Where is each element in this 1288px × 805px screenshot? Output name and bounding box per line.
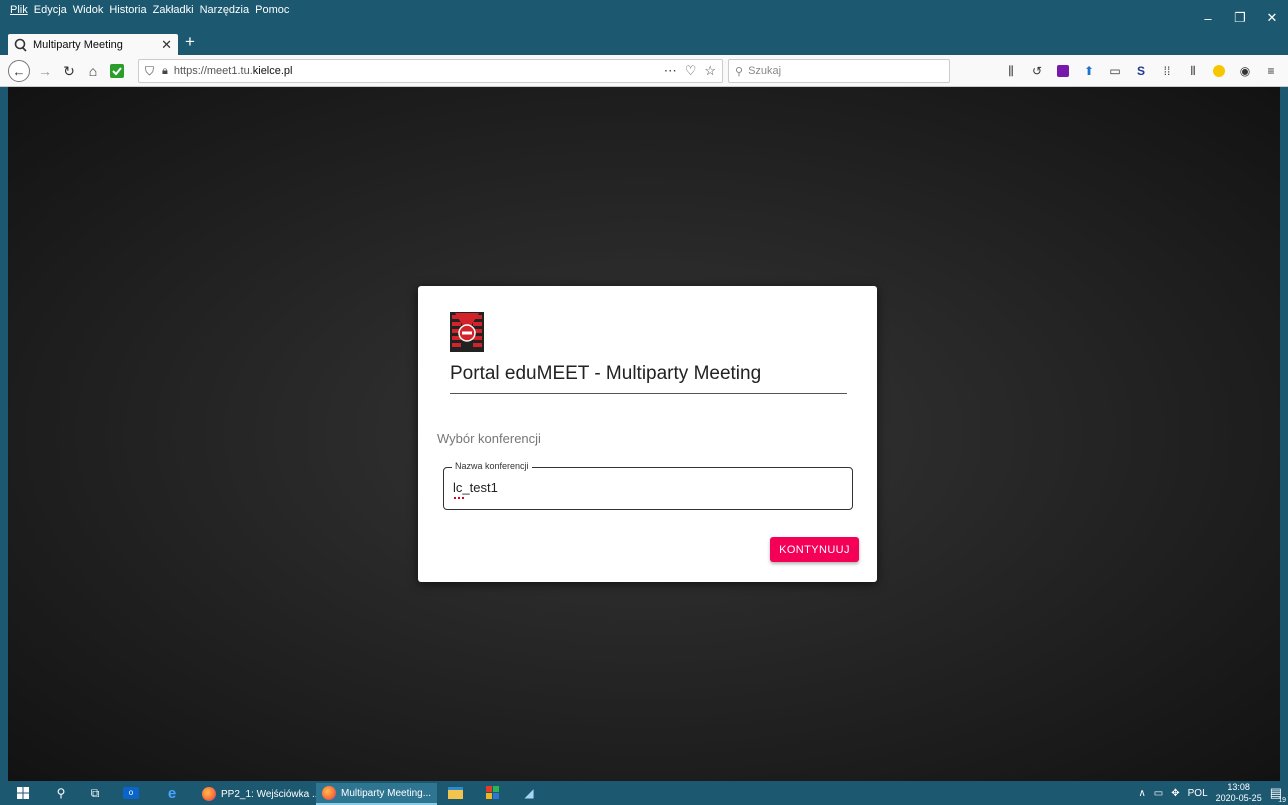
extension-upload-icon[interactable]: ⬆ — [1078, 60, 1100, 82]
join-room-dialog: Portal eduMEET - Multiparty Meeting Wybó… — [418, 286, 877, 582]
meeting-favicon-icon — [14, 38, 27, 52]
address-bar[interactable]: ⛉ 🔒︎ https://meet1.tu.kielce.pl ⋯ ♡ ☆ — [138, 59, 723, 83]
search-icon[interactable]: ⚲ — [52, 785, 70, 801]
library-icon[interactable]: ⫼ — [1000, 60, 1022, 82]
windows-start-icon[interactable] — [14, 785, 32, 801]
search-icon: ⚲ — [735, 65, 744, 78]
forward-button[interactable]: → — [34, 60, 56, 82]
reload-button[interactable]: ↻ — [58, 60, 80, 82]
bookmark-star-icon[interactable]: ☆ — [704, 63, 716, 79]
tab-title: Multiparty Meeting — [33, 38, 123, 51]
pocket-icon[interactable]: ♡ — [685, 63, 697, 79]
menu-historia[interactable]: Historia — [109, 4, 146, 16]
notes-app-icon[interactable]: ◢ — [520, 785, 538, 801]
language-indicator[interactable]: POL — [1188, 788, 1208, 799]
url-prefix: https://meet1.tu. — [173, 65, 253, 77]
arrow-right-icon: → — [38, 63, 52, 79]
menu-plik[interactable]: Plik — [10, 4, 28, 16]
tab-multiparty-meeting[interactable]: Multiparty Meeting ✕ — [8, 34, 178, 55]
colorful-app-icon[interactable] — [484, 785, 502, 801]
home-icon: ⌂ — [88, 63, 98, 79]
title-divider — [450, 393, 847, 394]
menu-narzedzia[interactable]: Narzędzia — [200, 4, 250, 16]
history-icon[interactable]: ↺ — [1026, 60, 1048, 82]
network-icon[interactable]: ▭ — [1154, 788, 1163, 799]
taskbar-app-pp2-label: PP2_1: Wejściówka ... — [221, 788, 321, 800]
chevron-up-icon[interactable]: ∧ — [1138, 788, 1145, 799]
file-explorer-icon[interactable] — [446, 785, 464, 801]
new-tab-button[interactable]: + — [182, 32, 198, 52]
navigation-bar: ← → ↻ ⌂ ⛉ 🔒︎ https://meet1.tu.kielce.pl … — [0, 55, 1288, 87]
dropbox-icon[interactable]: ✥ — [1171, 788, 1179, 799]
onenote-icon[interactable] — [1052, 60, 1074, 82]
search-bar[interactable]: ⚲ Szukaj — [728, 59, 950, 83]
back-button[interactable]: ← — [8, 60, 30, 82]
url-domain: kielce.pl — [252, 65, 293, 77]
taskbar: ⚲ ⧉ o e PP2_1: Wejściówka ... Multiparty… — [0, 781, 1288, 805]
search-placeholder: Szukaj — [748, 65, 782, 77]
clock-time: 13:08 — [1227, 782, 1250, 792]
notification-center-icon[interactable]: ▤ 19 — [1270, 785, 1286, 804]
menu-bar: Plik Edycja Widok Historia Zakładki Narz… — [0, 0, 1288, 28]
menu-edycja[interactable]: Edycja — [34, 4, 67, 16]
search-extension-icon[interactable] — [1208, 60, 1230, 82]
menu-items: Plik Edycja Widok Historia Zakładki Narz… — [0, 4, 289, 16]
spellcheck-underline — [454, 497, 464, 499]
notification-count: 19 — [1278, 797, 1286, 804]
extension-check-button[interactable] — [106, 60, 128, 82]
window-border-left — [0, 87, 8, 781]
room-name-label: Nazwa konferencji — [452, 461, 532, 471]
sidebar-icon[interactable]: ▭ — [1104, 60, 1126, 82]
tab-close-icon[interactable]: ✕ — [161, 37, 172, 53]
lock-icon[interactable]: 🔒︎ — [162, 65, 168, 78]
dialog-subtitle: Wybór konferencji — [437, 431, 541, 446]
university-logo — [450, 312, 484, 352]
menu-widok[interactable]: Widok — [73, 4, 104, 16]
grid-extension-icon[interactable]: ⁞⁞ — [1156, 60, 1178, 82]
page-actions: ⋯ ♡ ☆ — [664, 63, 722, 79]
arrow-left-icon: ← — [12, 63, 26, 79]
taskbar-app-multiparty[interactable]: Multiparty Meeting... — [316, 783, 438, 805]
outlook-icon[interactable]: o — [122, 785, 140, 801]
page-background: Portal eduMEET - Multiparty Meeting Wybó… — [8, 87, 1280, 781]
page-actions-menu-icon[interactable]: ⋯ — [664, 63, 677, 79]
dialog-title: Portal eduMEET - Multiparty Meeting — [450, 363, 762, 384]
room-name-input[interactable] — [453, 480, 833, 495]
taskbar-app-pp2[interactable]: PP2_1: Wejściówka ... — [196, 783, 326, 805]
edge-icon[interactable]: e — [163, 785, 181, 802]
firefox-icon — [202, 787, 216, 801]
tab-strip: Multiparty Meeting ✕ + — [0, 28, 1288, 55]
toolbar-icons: ⫼ ↺ ⬆ ▭ S ⁞⁞ ⫴ ◉ ≡ — [1000, 60, 1282, 82]
bars-extension-icon[interactable]: ⫴ — [1182, 60, 1204, 82]
menu-pomoc[interactable]: Pomoc — [255, 4, 289, 16]
account-icon[interactable]: ◉ — [1234, 60, 1256, 82]
clock-date: 2020-05-25 — [1215, 793, 1262, 803]
s-extension-icon[interactable]: S — [1130, 60, 1152, 82]
firefox-icon — [322, 786, 336, 800]
task-view-icon[interactable]: ⧉ — [86, 785, 104, 801]
taskbar-app-multiparty-label: Multiparty Meeting... — [341, 787, 432, 799]
reload-icon: ↻ — [63, 62, 75, 79]
url-text: https://meet1.tu.kielce.pl — [174, 65, 293, 77]
system-tray: ∧ ▭ ✥ POL 13:08 2020-05-25 ▤ 19 — [1138, 781, 1288, 805]
shield-icon[interactable]: ⛉ — [145, 64, 154, 79]
menu-zakladki[interactable]: Zakładki — [153, 4, 194, 16]
continue-button[interactable]: KONTYNUUJ — [770, 537, 859, 562]
window-border-right — [1280, 87, 1288, 781]
home-button[interactable]: ⌂ — [82, 60, 104, 82]
green-check-icon — [110, 64, 124, 78]
room-name-field: Nazwa konferencji — [443, 461, 853, 510]
clock[interactable]: 13:08 2020-05-25 — [1216, 782, 1262, 804]
hamburger-menu-icon[interactable]: ≡ — [1260, 60, 1282, 82]
